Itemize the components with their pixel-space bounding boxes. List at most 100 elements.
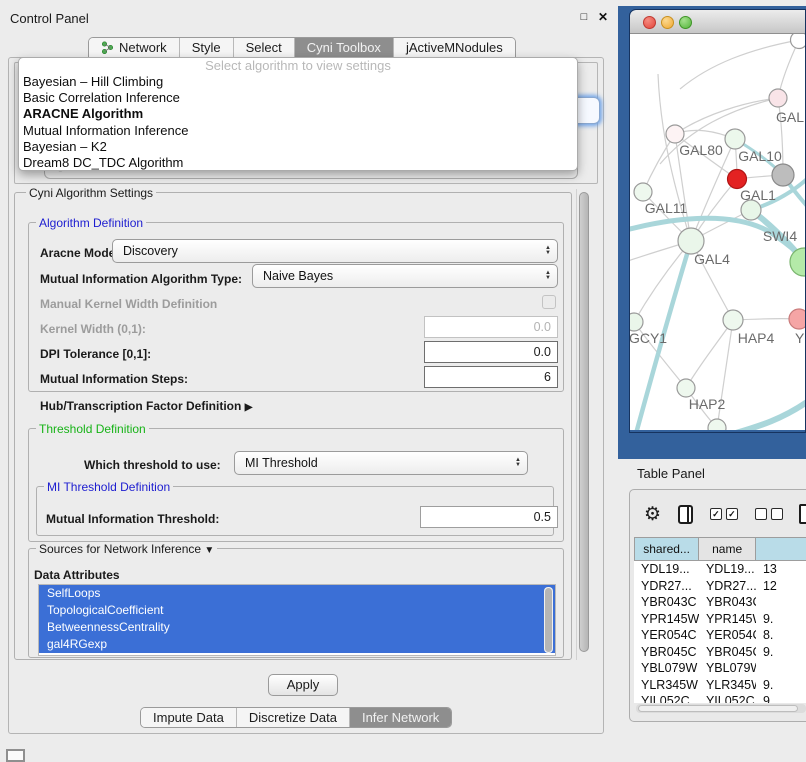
control-panel-tabs: Network Style Select Cyni Toolbox jActiv… [88, 37, 516, 58]
minimized-window-icon[interactable] [6, 749, 25, 762]
list-item[interactable]: SelfLoops [39, 585, 555, 602]
node-gray[interactable] [772, 164, 794, 186]
dpi-tolerance-field[interactable]: 0.0 [424, 341, 558, 363]
scrollbar-thumb[interactable] [579, 192, 589, 652]
hub-definition-label: Hub/Transcription Factor Definition [40, 399, 241, 413]
node-bright-green[interactable] [790, 248, 806, 276]
tab-cyni-toolbox-label: Cyni Toolbox [307, 40, 381, 55]
tab-impute-data-label: Impute Data [153, 710, 224, 725]
list-item[interactable]: TopologicalCoefficient [39, 602, 555, 619]
tab-network-label: Network [119, 40, 167, 55]
node-label: GCY1 [630, 330, 667, 346]
node-unlabeled[interactable] [791, 34, 806, 49]
network-window-titlebar[interactable] [630, 10, 805, 34]
network-view-window[interactable]: GAL GAL80 GAL10 GAL11 GAL1 SWI4 GAL4 GCY… [629, 9, 806, 433]
table-row[interactable]: YIL052CYIL052C9. [634, 693, 806, 703]
node-label: SWI4 [763, 228, 797, 244]
column-header-shared-name[interactable]: shared... [634, 537, 699, 561]
document-icon[interactable] [799, 504, 806, 524]
tab-jactivemnodules[interactable]: jActiveMNodules [394, 38, 515, 57]
mi-threshold-title: MI Threshold Definition [44, 480, 173, 494]
tab-discretize-data[interactable]: Discretize Data [237, 708, 350, 727]
list-item[interactable]: gal4RGexp [39, 636, 555, 653]
tab-cyni-toolbox[interactable]: Cyni Toolbox [295, 38, 394, 57]
float-window-icon[interactable]: □ [577, 10, 591, 24]
node-hap2[interactable] [677, 379, 695, 397]
table-row[interactable]: YDL19...YDL19...13 [634, 561, 806, 578]
application-window: Control Panel □ ✕ gal-filtered.sif defau… [0, 0, 806, 762]
node-hap4[interactable] [723, 310, 743, 330]
table-row[interactable]: YBR045CYBR045C9. [634, 644, 806, 661]
network-canvas[interactable]: GAL GAL80 GAL10 GAL11 GAL1 SWI4 GAL4 GCY… [630, 34, 806, 430]
settings-scrollbar[interactable] [576, 189, 590, 660]
tab-select[interactable]: Select [234, 38, 295, 57]
node-gal-pink[interactable] [769, 89, 787, 107]
tab-impute-data[interactable]: Impute Data [141, 708, 237, 727]
node-label: GAL80 [679, 142, 723, 158]
dropdown-item[interactable]: Basic Correlation Inference [19, 90, 577, 106]
tab-network[interactable]: Network [89, 38, 180, 57]
node-gal11[interactable] [634, 183, 652, 201]
mi-steps-label: Mutual Information Steps: [40, 372, 188, 386]
list-item[interactable]: BetweennessCentrality [39, 619, 555, 636]
dropdown-item-selected[interactable]: ARACNE Algorithm [19, 106, 577, 122]
node-gal80[interactable] [666, 125, 684, 143]
table-panel-title: Table Panel [637, 466, 705, 481]
dropdown-item[interactable]: Dream8 DC_TDC Algorithm [19, 155, 577, 171]
table-horizontal-scrollbar[interactable] [636, 704, 806, 713]
mi-type-combo[interactable]: Naive Bayes ▲▼ [252, 264, 558, 288]
data-attributes-list[interactable]: SelfLoops TopologicalCoefficient Between… [38, 584, 556, 656]
checked-boxes-icon[interactable]: ✓✓ [710, 508, 738, 520]
table-header-row: shared... name [634, 537, 806, 561]
table-row[interactable]: YPR145WYPR145W9. [634, 611, 806, 628]
node-gal1-red[interactable] [728, 170, 747, 189]
scrollbar-thumb[interactable] [545, 588, 552, 652]
node-gal10[interactable] [725, 129, 745, 149]
table-row[interactable]: YDR27...YDR27...12 [634, 578, 806, 595]
dropdown-item[interactable]: Bayesian – K2 [19, 139, 577, 155]
tab-discretize-data-label: Discretize Data [249, 710, 337, 725]
node-label: GAL [776, 109, 804, 125]
column-split-icon[interactable] [678, 505, 693, 524]
mi-steps-field[interactable]: 6 [424, 366, 558, 388]
zoom-traffic-light-icon[interactable] [679, 16, 692, 29]
table-row[interactable]: YBL079WYBL079W [634, 660, 806, 677]
apply-button[interactable]: Apply [268, 674, 338, 696]
aracne-mode-combo[interactable]: Discovery ▲▼ [112, 239, 558, 263]
table-row[interactable]: YBR043CYBR043C [634, 594, 806, 611]
node-label: Y [795, 330, 805, 346]
data-attributes-label: Data Attributes [34, 568, 120, 582]
node-gcy1[interactable] [630, 313, 643, 331]
dropdown-item[interactable]: Bayesian – Hill Climbing [19, 74, 577, 90]
node-y-pink[interactable] [789, 309, 806, 329]
node-attribute-table[interactable]: shared... name YDL19...YDL19...13 YDR27.… [634, 537, 806, 703]
dropdown-item[interactable]: Mutual Information Inference [19, 123, 577, 139]
tab-infer-network-label: Infer Network [362, 710, 439, 725]
which-threshold-combo[interactable]: MI Threshold ▲▼ [234, 451, 528, 475]
list-scrollbar[interactable] [544, 587, 553, 653]
scrollbar-thumb[interactable] [638, 705, 798, 712]
hub-definition-expander[interactable]: Hub/Transcription Factor Definition ▶ [40, 399, 252, 413]
network-graph-icon [101, 41, 114, 54]
manual-kernel-label: Manual Kernel Width Definition [40, 297, 217, 311]
tab-style[interactable]: Style [180, 38, 234, 57]
table-row[interactable]: YLR345WYLR345W9. [634, 677, 806, 694]
minimize-traffic-light-icon[interactable] [661, 16, 674, 29]
tab-select-label: Select [246, 40, 282, 55]
dropdown-placeholder: Select algorithm to view settings [19, 58, 577, 74]
column-header-name[interactable]: name [699, 537, 756, 561]
unchecked-boxes-icon[interactable] [755, 508, 783, 520]
gear-icon[interactable]: ⚙ [644, 503, 661, 526]
manual-kernel-checkbox[interactable] [542, 295, 556, 309]
close-traffic-light-icon[interactable] [643, 16, 656, 29]
column-header-clipped[interactable] [756, 537, 806, 561]
which-threshold-value: MI Threshold [235, 456, 509, 470]
node-swi4[interactable] [741, 200, 761, 220]
kernel-width-field[interactable]: 0.0 [424, 316, 558, 338]
tab-infer-network[interactable]: Infer Network [350, 708, 451, 727]
mi-threshold-field[interactable]: 0.5 [420, 506, 558, 528]
close-icon[interactable]: ✕ [596, 10, 610, 24]
mi-type-value: Naive Bayes [253, 269, 539, 283]
table-row[interactable]: YER054CYER054C8. [634, 627, 806, 644]
sources-title[interactable]: Sources for Network Inference ▼ [36, 542, 217, 556]
